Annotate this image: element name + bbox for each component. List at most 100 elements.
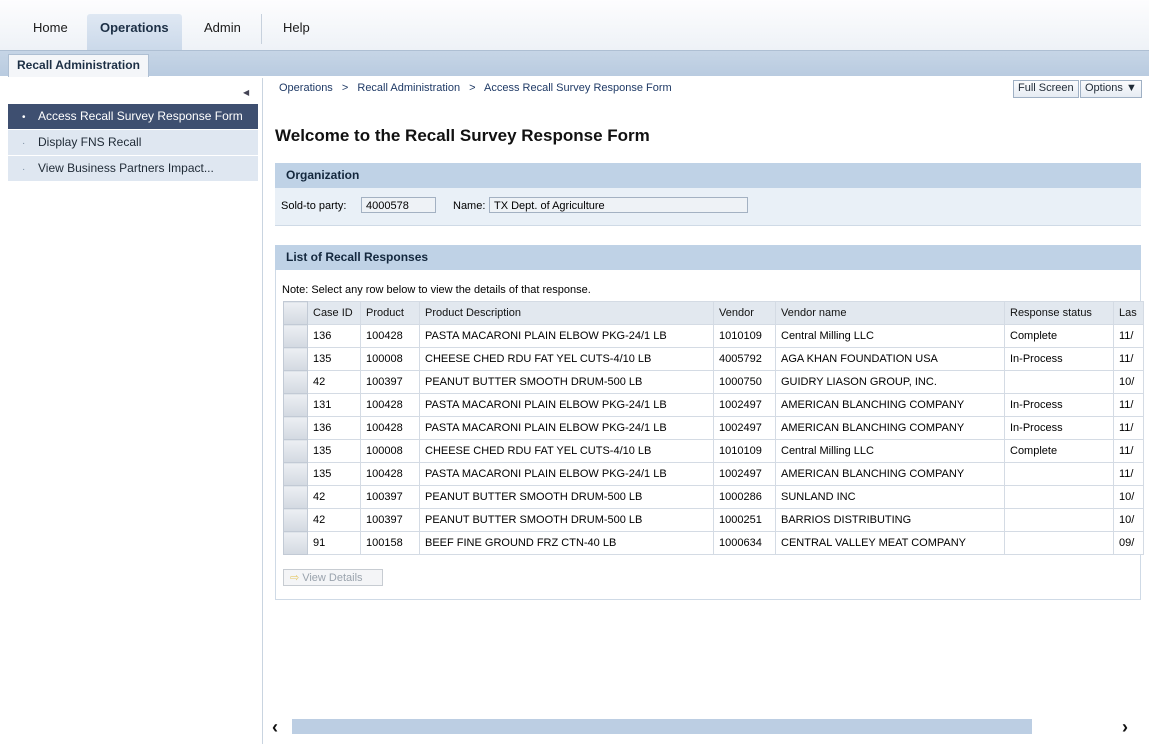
subtab-recall-administration[interactable]: Recall Administration: [8, 54, 149, 77]
cell-vendor: 1010109: [713, 439, 776, 463]
cell-vendor-name: BARRIOS DISTRIBUTING: [775, 508, 1005, 532]
sub-navigation: Recall Administration: [0, 50, 1149, 77]
column-header-response-status[interactable]: Response status: [1004, 301, 1114, 325]
row-selector[interactable]: [283, 416, 308, 440]
cell-vendor: 1010109: [713, 324, 776, 348]
cell-response-status: [1004, 508, 1114, 532]
cell-last-changed: 10/: [1113, 485, 1144, 509]
row-selector[interactable]: [283, 324, 308, 348]
tab-operations[interactable]: Operations: [87, 14, 182, 50]
cell-response-status: In-Process: [1004, 416, 1114, 440]
cell-product-description: PEANUT BUTTER SMOOTH DRUM-500 LB: [419, 370, 714, 394]
organization-name-field[interactable]: TX Dept. of Agriculture: [489, 197, 748, 213]
column-header-vendor[interactable]: Vendor: [713, 301, 776, 325]
cell-vendor-name: AMERICAN BLANCHING COMPANY: [775, 462, 1005, 486]
column-header-case-id[interactable]: Case ID: [307, 301, 361, 325]
breadcrumb-operations[interactable]: Operations: [279, 82, 333, 94]
table-row[interactable]: 42 100397 PEANUT BUTTER SMOOTH DRUM-500 LB…: [283, 370, 1144, 394]
cell-last-changed: 11/: [1113, 324, 1144, 348]
collapse-sidebar-icon[interactable]: ◀: [243, 88, 249, 97]
table-row[interactable]: 135 100008 CHEESE CHED RDU FAT YEL CUTS-4/…: [283, 347, 1144, 371]
cell-product-description: PASTA MACARONI PLAIN ELBOW PKG-24/1 LB: [419, 393, 714, 417]
scroll-right-icon[interactable]: ›: [1122, 717, 1128, 737]
cell-product-description: PASTA MACARONI PLAIN ELBOW PKG-24/1 LB: [419, 416, 714, 440]
table-row[interactable]: 135 100428 PASTA MACARONI PLAIN ELBOW PKG-…: [283, 462, 1144, 486]
cell-case-id: 91: [307, 531, 361, 555]
cell-product: 100397: [360, 370, 420, 394]
cell-response-status: [1004, 531, 1114, 555]
cell-vendor-name: SUNLAND INC: [775, 485, 1005, 509]
cell-product: 100428: [360, 393, 420, 417]
cell-vendor: 1000750: [713, 370, 776, 394]
table-row[interactable]: 136 100428 PASTA MACARONI PLAIN ELBOW PKG-…: [283, 416, 1144, 440]
table-row[interactable]: 42 100397 PEANUT BUTTER SMOOTH DRUM-500 LB…: [283, 485, 1144, 509]
cell-vendor: 1000251: [713, 508, 776, 532]
row-selector[interactable]: [283, 370, 308, 394]
column-header-vendor-name[interactable]: Vendor name: [775, 301, 1005, 325]
sidebar-item-label: Display FNS Recall: [38, 135, 142, 149]
options-menu-button[interactable]: Options ▼: [1080, 80, 1142, 98]
table-row[interactable]: 135 100008 CHEESE CHED RDU FAT YEL CUTS-4/…: [283, 439, 1144, 463]
sidebar: • Access Recall Survey Response Form · Dis…: [8, 104, 258, 182]
cell-case-id: 135: [307, 462, 361, 486]
cell-last-changed: 10/: [1113, 508, 1144, 532]
cell-response-status: [1004, 462, 1114, 486]
organization-header: Organization: [275, 163, 1141, 188]
full-screen-button[interactable]: Full Screen: [1013, 80, 1079, 98]
cell-vendor: 1002497: [713, 416, 776, 440]
cell-product: 100397: [360, 508, 420, 532]
table-header-row: Case ID Product Product Description Vend…: [283, 301, 1144, 325]
cell-vendor-name: Central Milling LLC: [775, 324, 1005, 348]
row-selector[interactable]: [283, 439, 308, 463]
breadcrumb-recall-administration[interactable]: Recall Administration: [357, 82, 460, 94]
row-selector[interactable]: [283, 462, 308, 486]
select-all-cell[interactable]: [283, 301, 308, 325]
cell-vendor: 4005792: [713, 347, 776, 371]
scroll-left-icon[interactable]: ‹: [272, 717, 278, 737]
table-row[interactable]: 91 100158 BEEF FINE GROUND FRZ CTN-40 LB 10…: [283, 531, 1144, 555]
breadcrumb: Operations > Recall Administration > Acc…: [279, 82, 678, 94]
sidebar-item-access-recall-survey[interactable]: • Access Recall Survey Response Form: [8, 104, 258, 129]
breadcrumb-current-page: Access Recall Survey Response Form: [484, 82, 672, 94]
cell-last-changed: 10/: [1113, 370, 1144, 394]
column-header-last-changed[interactable]: Las: [1113, 301, 1144, 325]
column-header-product-description[interactable]: Product Description: [419, 301, 714, 325]
cell-vendor: 1000634: [713, 531, 776, 555]
sold-to-label: Sold-to party:: [281, 200, 347, 212]
sidebar-item-view-business-partners[interactable]: · View Business Partners Impact...: [8, 156, 258, 181]
top-navigation: Home Operations Admin Help: [0, 0, 1149, 50]
sidebar-item-label: Access Recall Survey Response Form: [38, 109, 243, 123]
cell-product: 100397: [360, 485, 420, 509]
scrollbar-track[interactable]: [292, 719, 1032, 734]
cell-product-description: CHEESE CHED RDU FAT YEL CUTS-4/10 LB: [419, 439, 714, 463]
row-selector[interactable]: [283, 508, 308, 532]
sold-to-party-field[interactable]: 4000578: [361, 197, 436, 213]
cell-case-id: 42: [307, 370, 361, 394]
cell-product-description: BEEF FINE GROUND FRZ CTN-40 LB: [419, 531, 714, 555]
table-row[interactable]: 136 100428 PASTA MACARONI PLAIN ELBOW PKG-…: [283, 324, 1144, 348]
horizontal-scrollbar[interactable]: ‹ ›: [272, 717, 1142, 737]
cell-case-id: 136: [307, 416, 361, 440]
row-selector[interactable]: [283, 347, 308, 371]
bullet-icon: ·: [22, 164, 26, 175]
sidebar-item-display-fns-recall[interactable]: · Display FNS Recall: [8, 130, 258, 155]
tab-home[interactable]: Home: [33, 20, 68, 35]
cell-vendor-name: AMERICAN BLANCHING COMPANY: [775, 393, 1005, 417]
view-details-button[interactable]: ⇨ View Details: [283, 569, 383, 586]
tab-help[interactable]: Help: [283, 20, 310, 35]
column-header-product[interactable]: Product: [360, 301, 420, 325]
cell-vendor-name: AMERICAN BLANCHING COMPANY: [775, 416, 1005, 440]
cell-product: 100158: [360, 531, 420, 555]
view-details-label: View Details: [302, 572, 363, 584]
row-selector[interactable]: [283, 393, 308, 417]
row-selector[interactable]: [283, 485, 308, 509]
table-row[interactable]: 42 100397 PEANUT BUTTER SMOOTH DRUM-500 LB…: [283, 508, 1144, 532]
cell-last-changed: 11/: [1113, 439, 1144, 463]
page-title: Welcome to the Recall Survey Response Fo…: [275, 126, 650, 145]
row-selector[interactable]: [283, 531, 308, 555]
cell-product: 100008: [360, 439, 420, 463]
cell-product-description: CHEESE CHED RDU FAT YEL CUTS-4/10 LB: [419, 347, 714, 371]
table-row[interactable]: 131 100428 PASTA MACARONI PLAIN ELBOW PKG-…: [283, 393, 1144, 417]
cell-case-id: 135: [307, 439, 361, 463]
tab-admin[interactable]: Admin: [204, 20, 241, 35]
